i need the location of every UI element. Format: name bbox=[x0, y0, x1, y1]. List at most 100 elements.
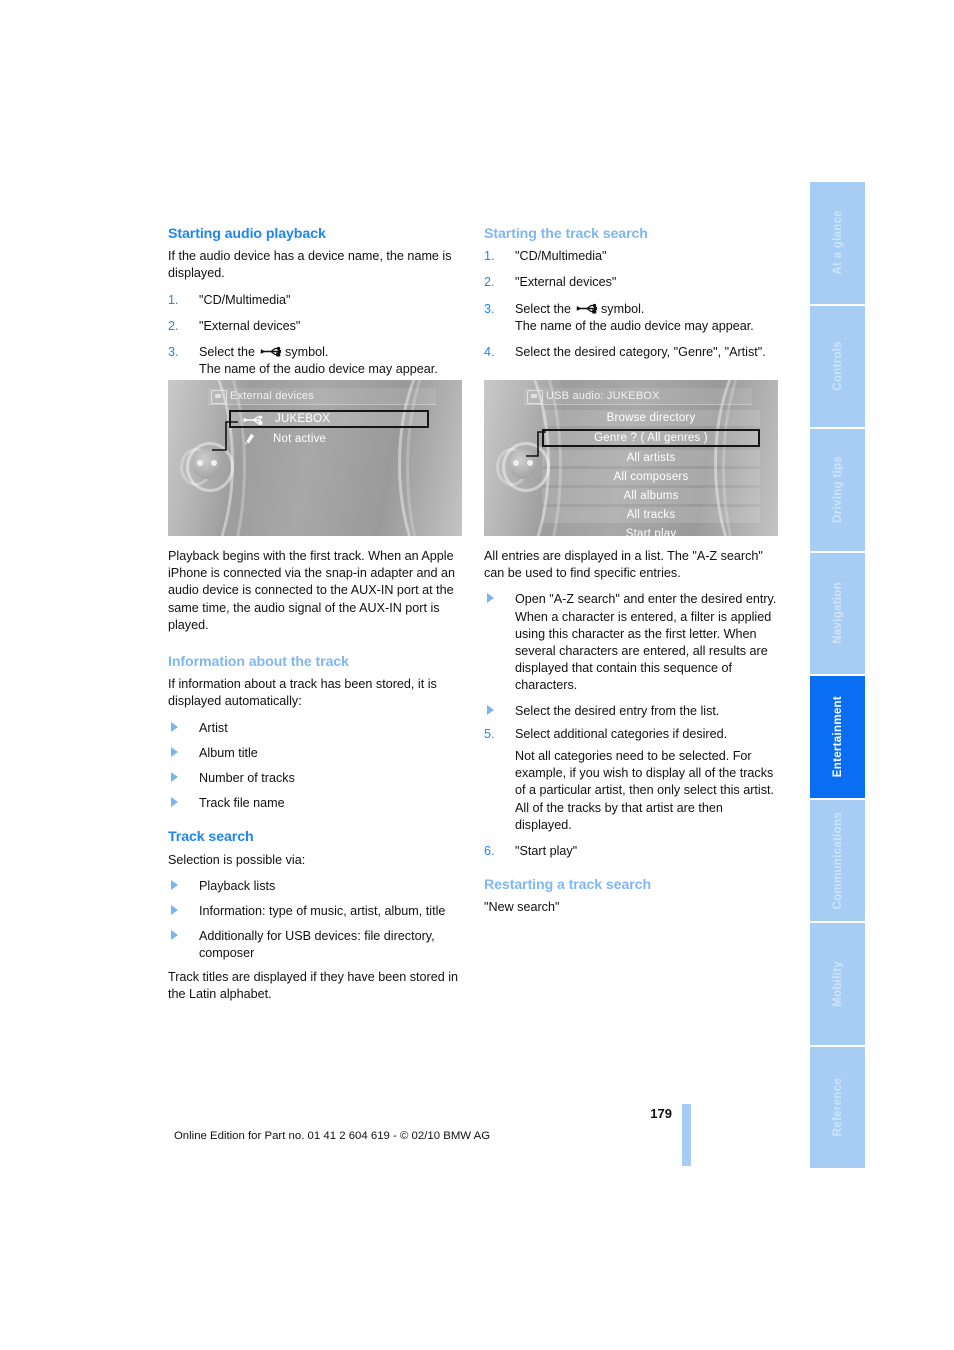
list-track-search-options: Playback lists Information: type of musi… bbox=[168, 878, 464, 963]
playback-note-paragraph: Playback begins with the first track. Wh… bbox=[168, 549, 456, 632]
tab-label: Navigation bbox=[831, 582, 844, 645]
heading-information-about-the-track: Information about the track bbox=[168, 654, 349, 671]
triangle-bullet-icon bbox=[487, 593, 494, 604]
list-item-label: Playback lists bbox=[199, 878, 276, 893]
step-number: 5. bbox=[484, 726, 495, 741]
tab-label: Communications bbox=[831, 811, 844, 910]
tab-navigation[interactable]: Navigation bbox=[810, 552, 865, 676]
triangle-bullet-icon bbox=[171, 879, 178, 890]
list-item-label: Open "A-Z search" and enter the desired … bbox=[515, 592, 777, 693]
step-subtext: Not all categories need to be selected. … bbox=[515, 749, 774, 832]
step-item: 5. Select additional categories if desir… bbox=[484, 726, 780, 834]
step-item: 1. "CD/Multimedia" bbox=[484, 248, 780, 265]
intro-paragraph: If the audio device has a device name, t… bbox=[168, 249, 452, 281]
tab-label: Mobility bbox=[831, 960, 844, 1007]
step-text: Select the desired category, "Genre", "A… bbox=[515, 345, 766, 360]
list-item-label: Select the desired entry from the list. bbox=[515, 703, 720, 718]
step-text: "External devices" bbox=[515, 275, 617, 290]
list-item: Number of tracks bbox=[168, 770, 464, 787]
heading-starting-the-track-search: Starting the track search bbox=[484, 226, 648, 242]
step-item: 2. "External devices" bbox=[484, 274, 780, 291]
tab-label: Controls bbox=[831, 341, 844, 392]
step-subtext: The name of the audio device may appear. bbox=[199, 362, 438, 377]
list-item-label: Information: type of music, artist, albu… bbox=[199, 904, 446, 919]
step-number: 3. bbox=[168, 345, 179, 360]
step-item: 2. "External devices" bbox=[168, 318, 464, 335]
step-subtext: The name of the audio device may appear. bbox=[515, 318, 754, 333]
step-text-after-icon: symbol. bbox=[597, 301, 645, 316]
step-number: 3. bbox=[484, 301, 495, 316]
tab-label: At a glance bbox=[831, 210, 844, 276]
list-az-search: Open "A-Z search" and enter the desired … bbox=[484, 591, 780, 719]
list-item-label: Number of tracks bbox=[199, 771, 295, 786]
tab-communications[interactable]: Communications bbox=[810, 799, 865, 923]
step-text: "CD/Multimedia" bbox=[515, 249, 607, 264]
restart-search-text: "New search" bbox=[484, 900, 560, 915]
triangle-bullet-icon bbox=[171, 721, 178, 732]
step-text: "External devices" bbox=[199, 318, 301, 333]
track-info-intro: If information about a track has been st… bbox=[168, 677, 437, 709]
step-text: Select additional categories if desired. bbox=[515, 726, 728, 741]
entries-note-paragraph: All entries are displayed in a list. The… bbox=[484, 549, 763, 581]
list-item-label: Artist bbox=[199, 720, 228, 735]
step-item: 3. Select the symbol. The name of the au… bbox=[168, 344, 464, 378]
tab-mobility[interactable]: Mobility bbox=[810, 923, 865, 1047]
list-item-label: Album title bbox=[199, 745, 258, 760]
step-item: 4. Select the desired category, "Genre",… bbox=[484, 344, 780, 361]
list-item: Playback lists bbox=[168, 878, 464, 895]
list-item: Artist bbox=[168, 720, 464, 737]
step-number: 2. bbox=[168, 318, 179, 333]
list-item: Track file name bbox=[168, 795, 464, 812]
list-item: Select the desired entry from the list. bbox=[484, 703, 780, 720]
tab-driving-tips[interactable]: Driving tips bbox=[810, 429, 865, 553]
step-number: 1. bbox=[168, 292, 179, 307]
left-column: Starting audio playback If the audio dev… bbox=[168, 226, 464, 378]
step-text: "CD/Multimedia" bbox=[199, 292, 291, 307]
step-text-before-icon: Select the bbox=[515, 301, 575, 316]
list-item: Album title bbox=[168, 745, 464, 762]
triangle-bullet-icon bbox=[171, 930, 178, 941]
list-item-label: Track file name bbox=[199, 796, 285, 811]
step-item: 6. "Start play" bbox=[484, 843, 780, 860]
heading-restarting-a-track-search: Restarting a track search bbox=[484, 877, 652, 894]
tab-entertainment[interactable]: Entertainment bbox=[810, 676, 865, 800]
steps-track-search-continued: 5. Select additional categories if desir… bbox=[484, 726, 780, 860]
list-item-label: Additionally for USB devices: file direc… bbox=[199, 929, 435, 961]
list-track-information: Artist Album title Number of tracks Trac… bbox=[168, 720, 464, 813]
step-text-after-icon: symbol. bbox=[281, 345, 329, 360]
triangle-bullet-icon bbox=[171, 746, 178, 757]
list-item: Additionally for USB devices: file direc… bbox=[168, 928, 464, 962]
left-column-continued: Playback begins with the first track. Wh… bbox=[168, 548, 464, 1003]
triangle-bullet-icon bbox=[171, 797, 178, 808]
step-item: 3. Select the symbol. The name of the au… bbox=[484, 301, 780, 335]
triangle-bullet-icon bbox=[487, 704, 494, 715]
figure-usb-audio-screen: USB audio: JUKEBOX Browse directory Genr… bbox=[484, 380, 778, 536]
track-search-outro: Track titles are displayed if they have … bbox=[168, 969, 459, 1001]
tab-label: Driving tips bbox=[831, 456, 844, 524]
steps-starting-track-search: 1. "CD/Multimedia" 2. "External devices"… bbox=[484, 248, 780, 361]
section-tab-rail: At a glance Controls Driving tips Naviga… bbox=[810, 182, 865, 1168]
heading-track-search: Track search bbox=[168, 829, 254, 846]
steps-starting-audio-playback: 1. "CD/Multimedia" 2. "External devices"… bbox=[168, 292, 464, 379]
page-number: 179 bbox=[650, 1106, 672, 1121]
tab-label: Entertainment bbox=[831, 696, 844, 778]
step-text-before-icon: Select the bbox=[199, 345, 259, 360]
step-number: 6. bbox=[484, 844, 495, 859]
footer-copyright: Online Edition for Part no. 01 41 2 604 … bbox=[173, 1130, 491, 1142]
usb-icon bbox=[260, 346, 281, 357]
right-column: Starting the track search 1. "CD/Multime… bbox=[484, 226, 780, 361]
tab-controls[interactable]: Controls bbox=[810, 305, 865, 429]
triangle-bullet-icon bbox=[171, 905, 178, 916]
figure-external-devices-screen: External devices JUKEBOX Not active bbox=[168, 380, 462, 536]
list-item: Information: type of music, artist, albu… bbox=[168, 903, 464, 920]
step-number: 2. bbox=[484, 275, 495, 290]
tab-at-a-glance[interactable]: At a glance bbox=[810, 182, 865, 306]
leader-line bbox=[526, 431, 546, 457]
right-column-continued: All entries are displayed in a list. The… bbox=[484, 548, 780, 917]
tab-reference[interactable]: Reference bbox=[810, 1046, 865, 1168]
list-item: Open "A-Z search" and enter the desired … bbox=[484, 591, 780, 694]
usb-icon bbox=[576, 303, 597, 314]
leader-line bbox=[212, 421, 238, 451]
step-number: 4. bbox=[484, 345, 495, 360]
manual-page: At a glance Controls Driving tips Naviga… bbox=[0, 0, 954, 1350]
